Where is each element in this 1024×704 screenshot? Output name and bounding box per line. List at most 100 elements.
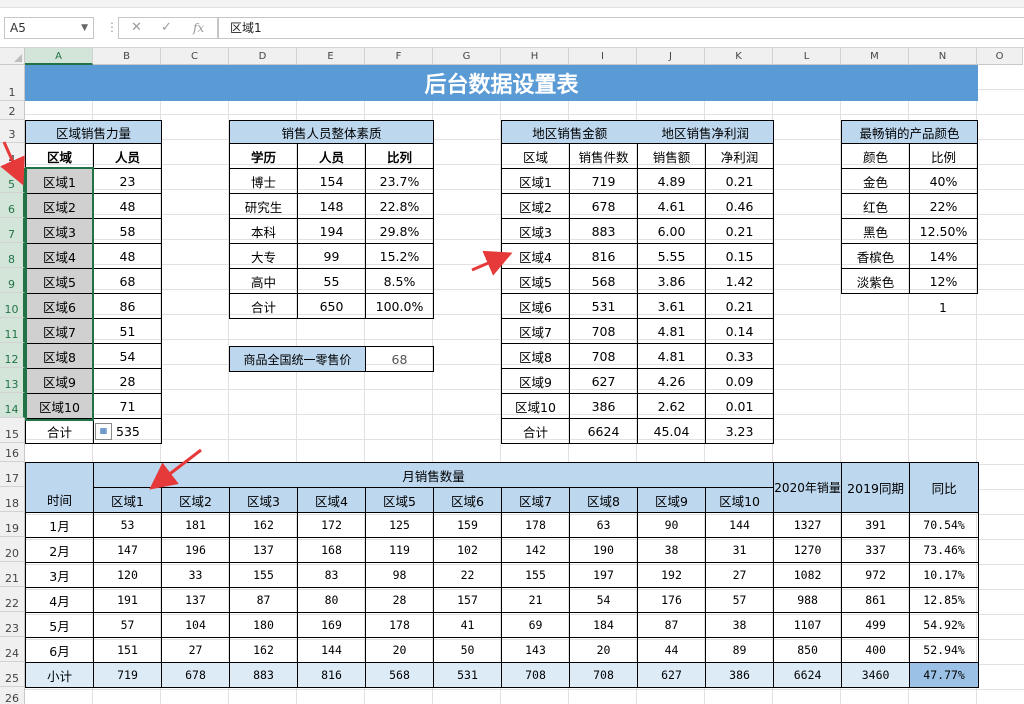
region-region-cell[interactable]: 区域6 [501, 293, 570, 319]
month-value-cell[interactable]: 22 [433, 562, 502, 588]
subtotal-value-cell[interactable]: 719 [93, 662, 162, 688]
color-name-cell[interactable]: 红色 [841, 193, 910, 219]
force-staff-cell[interactable]: 48 [92, 243, 163, 269]
force-header-staff[interactable]: 人员 [92, 143, 163, 169]
month-value-cell[interactable]: 27 [161, 637, 230, 663]
month-value-cell[interactable]: 52.94% [909, 637, 980, 663]
row-header-2[interactable]: 2 [0, 101, 25, 120]
region-qty-cell[interactable]: 816 [568, 243, 639, 269]
region-qty-cell[interactable]: 386 [568, 393, 639, 419]
month-value-cell[interactable]: 1082 [773, 562, 843, 588]
month-value-cell[interactable]: 120 [93, 562, 162, 588]
staff-count-cell[interactable]: 650 [297, 293, 366, 319]
region-title-amount[interactable]: 地区销售金额 [500, 120, 638, 144]
subtotal-value-cell[interactable]: 47.77% [909, 662, 980, 688]
region-profit-cell[interactable]: 0.15 [705, 243, 775, 269]
force-staff-cell[interactable]: 28 [92, 368, 163, 394]
row-header-6[interactable]: 6 [0, 193, 25, 218]
color-ratio-cell[interactable]: 22% [908, 193, 979, 219]
staff-edu-cell[interactable]: 博士 [229, 168, 298, 194]
subtotal-value-cell[interactable]: 708 [501, 662, 570, 688]
region-profit-cell[interactable]: 0.14 [705, 318, 775, 344]
region-profit-cell[interactable]: 1.42 [705, 268, 775, 294]
subtotal-value-cell[interactable]: 3460 [841, 662, 911, 688]
subtotal-value-cell[interactable]: 386 [704, 662, 775, 688]
staff-count-cell[interactable]: 194 [297, 218, 366, 244]
region-region-cell[interactable]: 区域1 [501, 168, 570, 194]
subtotal-value-cell[interactable]: 816 [297, 662, 366, 688]
color-ratio-cell[interactable]: 40% [908, 168, 979, 194]
row-header-20[interactable]: 20 [0, 537, 25, 562]
staff-ratio-cell[interactable]: 15.2% [365, 243, 434, 269]
force-staff-cell[interactable]: 68 [92, 268, 163, 294]
column-header-d[interactable]: D [229, 48, 297, 65]
month-value-cell[interactable]: 197 [569, 562, 638, 588]
force-region-cell[interactable]: 区域10 [25, 393, 94, 419]
month-header-blank[interactable] [25, 462, 94, 488]
subtotal-label-cell[interactable]: 小计 [25, 662, 94, 688]
month-value-cell[interactable]: 21 [501, 587, 570, 613]
staff-edu-cell[interactable]: 高中 [229, 268, 298, 294]
month-value-cell[interactable]: 125 [365, 512, 434, 538]
month-value-cell[interactable]: 861 [841, 587, 911, 613]
row-header-21[interactable]: 21 [0, 562, 25, 587]
force-region-cell[interactable]: 区域8 [25, 343, 94, 369]
column-header-f[interactable]: F [365, 48, 433, 65]
month-value-cell[interactable]: 10.17% [909, 562, 980, 588]
region-region-cell[interactable]: 区域4 [501, 243, 570, 269]
column-header-c[interactable]: C [161, 48, 229, 65]
subtotal-value-cell[interactable]: 531 [433, 662, 502, 688]
formula-input[interactable]: 区域1 [218, 17, 1024, 39]
month-value-cell[interactable]: 20 [365, 637, 434, 663]
force-region-cell[interactable]: 区域9 [25, 368, 94, 394]
staff-count-cell[interactable]: 55 [297, 268, 366, 294]
insert-function-icon[interactable]: fx [193, 18, 204, 38]
staff-ratio-cell[interactable]: 100.0% [365, 293, 434, 319]
month-value-cell[interactable]: 70.54% [909, 512, 980, 538]
region-profit-cell[interactable]: 0.01 [705, 393, 775, 419]
staff-ratio-cell[interactable]: 8.5% [365, 268, 434, 294]
force-staff-cell[interactable]: 23 [92, 168, 163, 194]
month-region-header[interactable]: 区域5 [365, 487, 434, 513]
staff-edu-cell[interactable]: 研究生 [229, 193, 298, 219]
region-qty-cell[interactable]: 678 [568, 193, 639, 219]
region-title-profit[interactable]: 地区销售净利润 [637, 120, 775, 144]
month-value-cell[interactable]: 184 [569, 612, 638, 638]
staff-count-cell[interactable]: 154 [297, 168, 366, 194]
month-value-cell[interactable]: 972 [841, 562, 911, 588]
force-region-cell[interactable]: 区域2 [25, 193, 94, 219]
sheet-title[interactable]: 后台数据设置表 [25, 65, 978, 101]
region-profit-cell[interactable]: 0.33 [705, 343, 775, 369]
staff-header-count[interactable]: 人员 [297, 143, 366, 169]
force-region-cell[interactable]: 区域4 [25, 243, 94, 269]
region-sales-cell[interactable]: 4.26 [637, 368, 707, 394]
month-value-cell[interactable]: 391 [841, 512, 911, 538]
row-header-16[interactable]: 16 [0, 443, 25, 462]
region-region-cell[interactable]: 合计 [501, 418, 570, 444]
month-value-cell[interactable]: 104 [161, 612, 230, 638]
row-header-1[interactable]: 1 [0, 65, 25, 101]
region-sales-cell[interactable]: 4.89 [637, 168, 707, 194]
region-profit-cell[interactable]: 3.23 [705, 418, 775, 444]
region-region-cell[interactable]: 区域9 [501, 368, 570, 394]
column-header-o[interactable]: O [977, 48, 1023, 65]
month-value-cell[interactable]: 87 [229, 587, 298, 613]
staff-header-edu[interactable]: 学历 [229, 143, 298, 169]
row-header-17[interactable]: 17 [0, 462, 25, 487]
month-region-header[interactable]: 区域9 [637, 487, 706, 513]
region-qty-cell[interactable]: 531 [568, 293, 639, 319]
force-staff-cell[interactable]: 86 [92, 293, 163, 319]
month-value-cell[interactable]: 54 [569, 587, 638, 613]
force-region-cell[interactable]: 区域7 [25, 318, 94, 344]
month-value-cell[interactable]: 151 [93, 637, 162, 663]
month-label-cell[interactable]: 4月 [25, 587, 94, 613]
row-header-9[interactable]: 9 [0, 268, 25, 293]
month-value-cell[interactable]: 44 [637, 637, 706, 663]
staff-edu-cell[interactable]: 大专 [229, 243, 298, 269]
column-header-g[interactable]: G [433, 48, 501, 65]
month-value-cell[interactable]: 41 [433, 612, 502, 638]
color-name-cell[interactable]: 黑色 [841, 218, 910, 244]
region-region-cell[interactable]: 区域8 [501, 343, 570, 369]
month-value-cell[interactable]: 850 [773, 637, 843, 663]
month-value-cell[interactable]: 155 [229, 562, 298, 588]
